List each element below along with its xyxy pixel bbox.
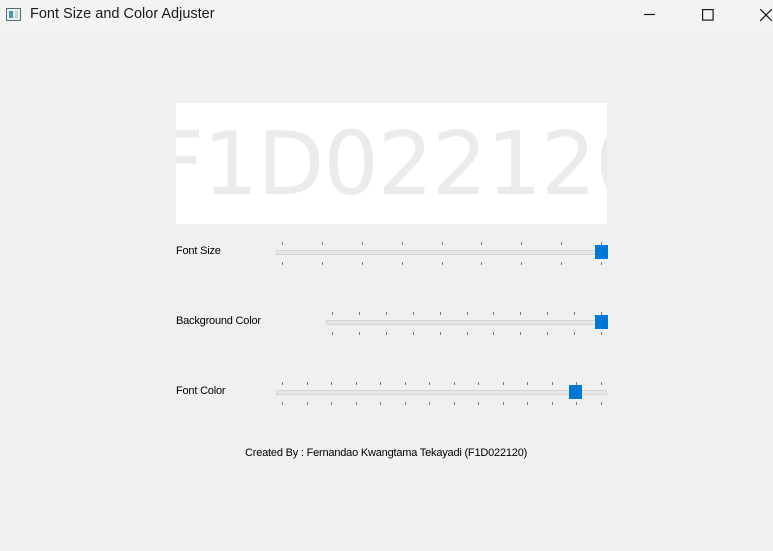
close-button[interactable] bbox=[746, 0, 773, 31]
slider-tick bbox=[358, 312, 360, 315]
slider-tick bbox=[385, 332, 387, 335]
font-size-label: Font Size bbox=[176, 245, 221, 257]
maximize-icon bbox=[702, 9, 714, 21]
slider-tick bbox=[576, 402, 578, 405]
slider-tick bbox=[574, 312, 576, 315]
slider-tick bbox=[401, 262, 403, 265]
slider-tick bbox=[306, 402, 308, 405]
slider-tick bbox=[429, 382, 431, 385]
slider-tick bbox=[551, 382, 553, 385]
slider-tick bbox=[493, 332, 495, 335]
slider-tick bbox=[282, 382, 283, 385]
background-color-slider[interactable] bbox=[326, 311, 608, 341]
maximize-button[interactable] bbox=[688, 0, 728, 31]
slider-tick bbox=[547, 332, 549, 335]
slider-tick bbox=[282, 242, 283, 245]
slider-tick bbox=[551, 402, 553, 405]
credit-text: Created By : Fernandao Kwangtama Tekayad… bbox=[245, 447, 528, 459]
slider-tick bbox=[441, 262, 443, 265]
slider-thumb[interactable] bbox=[595, 245, 608, 259]
slider-tick bbox=[401, 242, 403, 245]
slider-tick bbox=[481, 262, 483, 265]
app-icon bbox=[6, 8, 21, 21]
slider-track[interactable] bbox=[276, 390, 607, 395]
slider-tick bbox=[358, 332, 360, 335]
close-icon bbox=[760, 9, 772, 21]
slider-thumb[interactable] bbox=[595, 315, 608, 329]
title-bar: Font Size and Color Adjuster bbox=[0, 0, 773, 31]
slider-tick bbox=[520, 312, 522, 315]
slider-tick bbox=[520, 332, 522, 335]
font-color-slider[interactable] bbox=[276, 381, 607, 411]
slider-tick bbox=[439, 312, 441, 315]
slider-tick bbox=[361, 262, 363, 265]
slider-tick bbox=[404, 402, 406, 405]
slider-tick bbox=[380, 402, 382, 405]
slider-tick bbox=[282, 262, 283, 265]
slider-tick bbox=[439, 332, 441, 335]
slider-tick bbox=[502, 402, 504, 405]
font-color-label: Font Color bbox=[176, 385, 226, 397]
slider-tick bbox=[282, 402, 283, 405]
slider-tick bbox=[527, 402, 529, 405]
slider-tick bbox=[478, 382, 480, 385]
slider-track[interactable] bbox=[276, 250, 607, 255]
slider-tick bbox=[385, 312, 387, 315]
slider-tick bbox=[412, 332, 414, 335]
minimize-icon bbox=[644, 13, 655, 16]
slider-tick bbox=[441, 242, 443, 245]
slider-tick bbox=[429, 402, 431, 405]
preview-text: F1D022120 bbox=[176, 113, 607, 215]
slider-tick bbox=[478, 402, 480, 405]
slider-tick bbox=[380, 382, 382, 385]
minimize-button[interactable] bbox=[630, 0, 670, 31]
slider-tick bbox=[321, 242, 323, 245]
slider-tick bbox=[361, 242, 363, 245]
slider-tick bbox=[601, 382, 602, 385]
slider-tick bbox=[331, 402, 333, 405]
slider-tick bbox=[331, 382, 333, 385]
slider-tick bbox=[466, 312, 468, 315]
window-title: Font Size and Color Adjuster bbox=[30, 6, 215, 22]
slider-tick bbox=[547, 312, 549, 315]
slider-tick bbox=[502, 382, 504, 385]
font-size-slider[interactable] bbox=[276, 241, 608, 271]
slider-tick bbox=[574, 332, 576, 335]
slider-tick bbox=[453, 382, 455, 385]
text-preview-panel: F1D022120 bbox=[176, 103, 607, 224]
slider-tick bbox=[453, 402, 455, 405]
slider-thumb[interactable] bbox=[569, 385, 583, 399]
slider-tick bbox=[355, 382, 357, 385]
slider-tick bbox=[404, 382, 406, 385]
slider-tick bbox=[561, 262, 563, 265]
background-color-label: Background Color bbox=[176, 315, 261, 327]
slider-tick bbox=[481, 242, 483, 245]
slider-tick bbox=[321, 262, 323, 265]
slider-track[interactable] bbox=[326, 320, 607, 325]
slider-tick bbox=[466, 332, 468, 335]
slider-tick bbox=[521, 242, 523, 245]
slider-tick bbox=[601, 402, 602, 405]
slider-tick bbox=[306, 382, 308, 385]
slider-tick bbox=[601, 262, 602, 265]
slider-tick bbox=[355, 402, 357, 405]
slider-tick bbox=[561, 242, 563, 245]
slider-tick bbox=[527, 382, 529, 385]
slider-tick bbox=[601, 332, 602, 335]
slider-tick bbox=[412, 312, 414, 315]
slider-tick bbox=[332, 332, 333, 335]
slider-tick bbox=[521, 262, 523, 265]
slider-tick bbox=[332, 312, 333, 315]
slider-tick bbox=[493, 312, 495, 315]
